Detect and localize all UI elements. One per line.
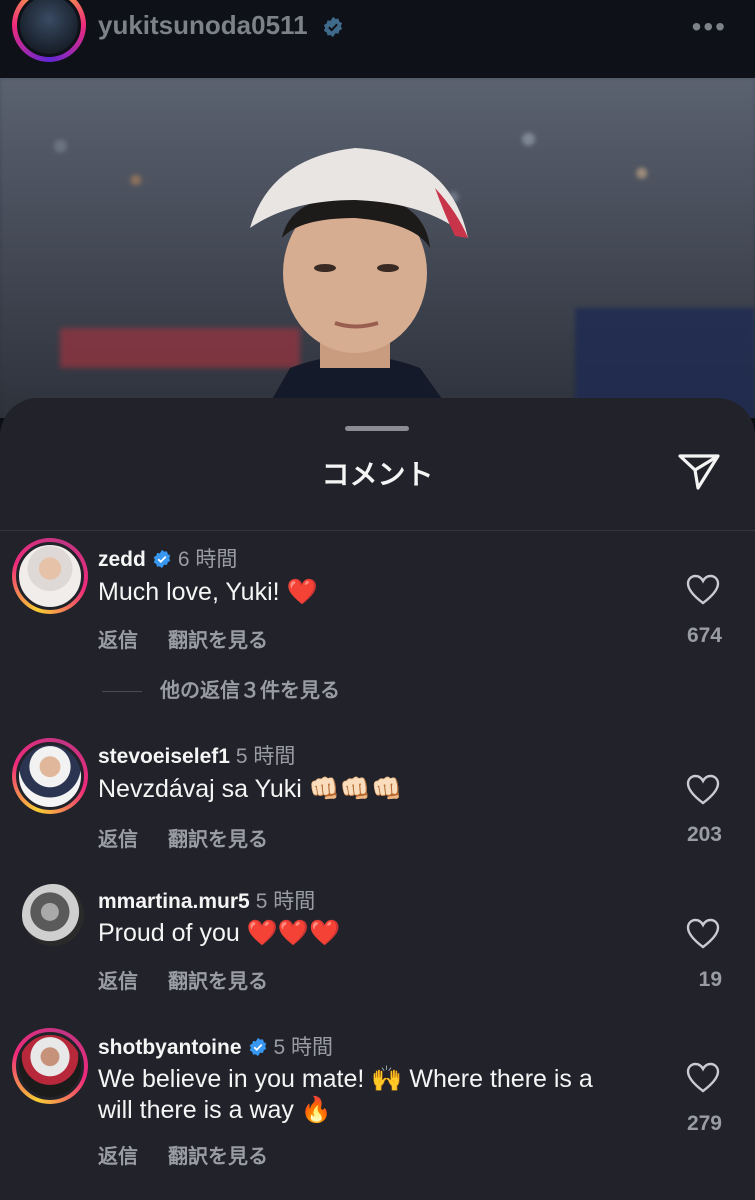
see-translation-button[interactable]: 翻訳を見る	[168, 829, 268, 851]
comment-time: 5 時間	[235, 745, 296, 768]
like-count: 203	[686, 823, 722, 846]
comment-text: We believe in you mate! 🙌 Where there is…	[98, 1065, 593, 1124]
like-heart-icon[interactable]	[686, 1062, 720, 1094]
post-header: yukitsunoda0511 •••	[0, 0, 755, 78]
more-horizontal-icon[interactable]: •••	[692, 13, 727, 41]
see-translation-button[interactable]: 翻訳を見る	[168, 1146, 268, 1168]
driver-portrait	[250, 148, 468, 418]
post-author-username[interactable]: yukitsunoda0511	[98, 10, 308, 41]
like-count: 279	[686, 1112, 722, 1135]
avatar[interactable]	[12, 738, 88, 814]
reply-button[interactable]: 返信	[98, 630, 138, 652]
verified-badge-icon	[153, 549, 171, 569]
post-author-avatar[interactable]	[12, 0, 86, 62]
reply-button[interactable]: 返信	[98, 971, 138, 993]
comment-time: 5 時間	[255, 890, 316, 913]
comment-text: Much love, Yuki! ❤️	[98, 577, 318, 606]
comment-username[interactable]: shotbyantoine 5 時間	[98, 1031, 333, 1061]
fist-emoji: 👊🏻👊🏻👊🏻	[308, 774, 403, 803]
see-translation-button[interactable]: 翻訳を見る	[168, 630, 268, 652]
comment-username[interactable]: mmartina.mur5 5 時間	[98, 885, 315, 915]
sheet-drag-handle[interactable]	[345, 426, 409, 431]
comment-text: Nevzdávaj sa Yuki 👊🏻👊🏻👊🏻	[98, 774, 403, 803]
avatar[interactable]	[22, 884, 84, 946]
verified-badge-icon	[323, 16, 343, 38]
comments-title: コメント	[321, 459, 434, 490]
reply-button[interactable]: 返信	[98, 829, 138, 851]
like-heart-icon[interactable]	[686, 918, 720, 950]
comment-username[interactable]: stevoeiselef1 5 時間	[98, 740, 295, 770]
comment-username[interactable]: zedd 6 時間	[98, 543, 237, 573]
heart-emoji: ❤️	[286, 577, 318, 606]
post-photo	[0, 78, 755, 418]
see-translation-button[interactable]: 翻訳を見る	[168, 971, 268, 993]
comment-time: 6 時間	[177, 548, 238, 571]
avatar[interactable]	[12, 538, 88, 614]
sheet-divider	[0, 530, 755, 531]
like-count: 674	[686, 624, 722, 647]
send-icon[interactable]	[676, 448, 722, 494]
comments-sheet: コメント zedd 6 時間 Much love, Yuki! ❤️ 返信翻訳を見…	[0, 398, 755, 1200]
comment-time: 5 時間	[273, 1036, 334, 1059]
heart-emoji: ❤️❤️❤️	[246, 918, 341, 947]
view-more-replies[interactable]: 他の返信３件を見る	[102, 674, 340, 703]
comment-text: Proud of you ❤️❤️❤️	[98, 918, 341, 947]
reply-button[interactable]: 返信	[98, 1146, 138, 1168]
avatar[interactable]	[12, 1028, 88, 1104]
like-heart-icon[interactable]	[686, 574, 720, 606]
verified-badge-icon	[249, 1037, 266, 1057]
like-count: 19	[698, 968, 722, 991]
like-heart-icon[interactable]	[686, 774, 720, 806]
